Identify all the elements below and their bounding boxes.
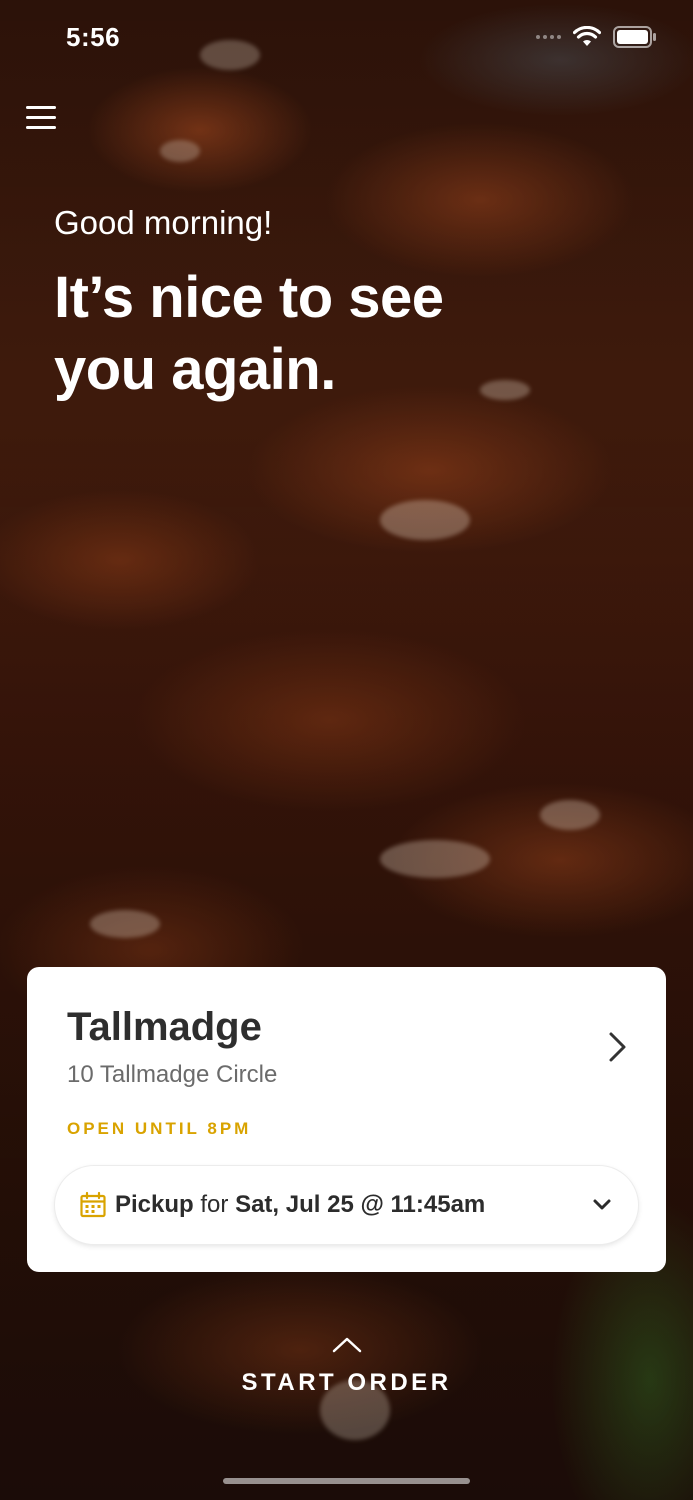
- pickup-time-selector[interactable]: Pickup for Sat, Jul 25 @ 11:45am: [55, 1166, 638, 1244]
- home-indicator[interactable]: [223, 1478, 470, 1484]
- battery-icon: [613, 26, 656, 48]
- menu-button[interactable]: [26, 106, 56, 132]
- welcome-headline: It’s nice to see you again.: [54, 265, 444, 402]
- app-screen: 5:56 Good morning! It’s nice to see you …: [0, 0, 693, 1500]
- chevron-right-icon[interactable]: [602, 1029, 632, 1065]
- chevron-up-icon: [332, 1337, 361, 1353]
- pickup-connector: for: [200, 1191, 229, 1218]
- store-name: Tallmadge: [67, 1005, 262, 1049]
- calendar-icon: [80, 1191, 106, 1218]
- wifi-icon: [573, 26, 601, 46]
- pickup-mode: Pickup: [115, 1191, 194, 1218]
- start-order-label: START ORDER: [241, 1369, 452, 1396]
- start-order-button[interactable]: START ORDER: [0, 1336, 693, 1397]
- location-card[interactable]: Tallmadge 10 Tallmadge Circle OPEN UNTIL…: [27, 967, 666, 1272]
- status-time: 5:56: [66, 22, 121, 52]
- store-address: 10 Tallmadge Circle: [67, 1061, 278, 1088]
- greeting-text: Good morning!: [54, 204, 273, 241]
- hamburger-menu-icon: [26, 106, 56, 129]
- pickup-datetime: Sat, Jul 25 @ 11:45am: [235, 1191, 486, 1218]
- chevron-down-icon: [593, 1199, 611, 1210]
- cellular-signal-icon: [536, 35, 561, 39]
- store-hours: OPEN UNTIL 8PM: [67, 1119, 252, 1138]
- status-icons: [536, 26, 657, 48]
- pickup-summary: Pickup for Sat, Jul 25 @ 11:45am: [115, 1191, 485, 1219]
